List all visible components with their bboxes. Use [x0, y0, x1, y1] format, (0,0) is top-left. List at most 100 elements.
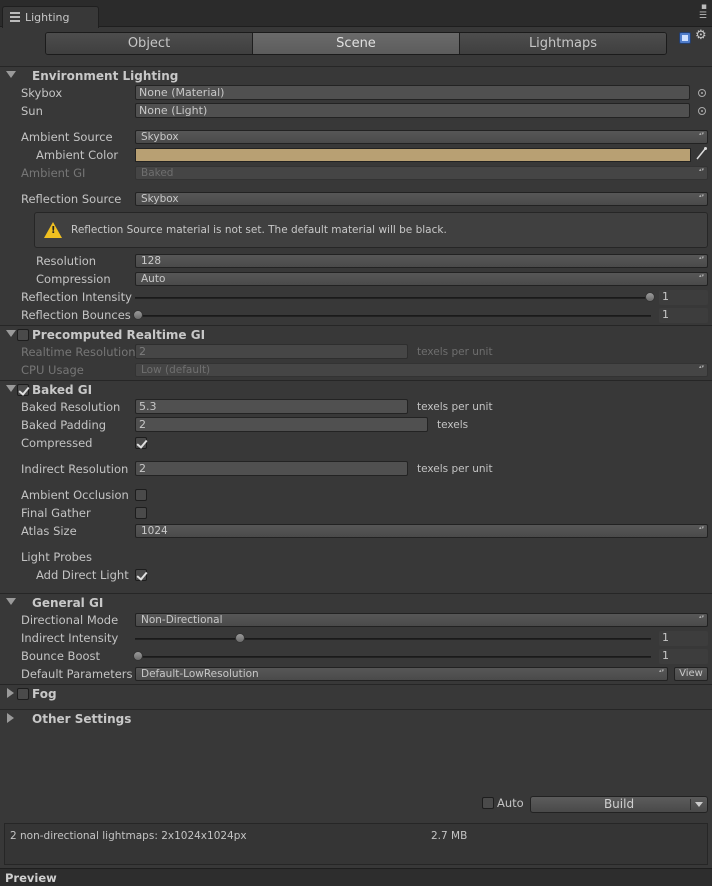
ambient-color-label: Ambient Color	[36, 148, 119, 162]
indirect-intensity-label: Indirect Intensity	[21, 631, 119, 645]
slider-handle[interactable]	[133, 651, 143, 661]
foldout-arrow-icon[interactable]	[7, 688, 14, 698]
slider-handle[interactable]	[645, 292, 655, 302]
fog-checkbox[interactable]	[17, 688, 29, 700]
light-probes-label: Light Probes	[21, 550, 92, 564]
divider	[0, 325, 712, 326]
preview-label: Preview	[5, 871, 57, 885]
compressed-checkbox[interactable]	[135, 437, 147, 449]
realtime-gi-header[interactable]: Precomputed Realtime GI	[0, 327, 712, 345]
window-controls[interactable]: ▪ ☰	[699, 3, 707, 21]
resolution-dropdown[interactable]: 128	[135, 254, 708, 268]
cpu-usage-dropdown: Low (default)	[135, 363, 708, 377]
chevron-down-icon[interactable]	[695, 802, 703, 807]
auto-label: Auto	[497, 796, 524, 810]
fog-header[interactable]: Fog	[0, 686, 712, 704]
ambient-source-label: Ambient Source	[21, 130, 113, 144]
reflection-source-label: Reflection Source	[21, 192, 122, 206]
final-gather-checkbox[interactable]	[135, 507, 147, 519]
slider-handle[interactable]	[235, 633, 245, 643]
warning-icon	[44, 222, 62, 238]
reflection-source-dropdown[interactable]: Skybox	[135, 192, 708, 206]
baked-resolution-field[interactable]: 5.3	[135, 399, 408, 414]
title-bar	[0, 0, 712, 27]
gear-icon[interactable]: ⚙	[695, 28, 707, 43]
warning-message: Reflection Source material is not set. T…	[71, 224, 447, 236]
divider	[0, 380, 712, 381]
cpu-usage-label: CPU Usage	[21, 363, 84, 377]
skybox-field[interactable]: None (Material)	[135, 85, 690, 100]
realtime-resolution-label: Realtime Resolution	[21, 345, 136, 359]
indirect-intensity-slider[interactable]	[135, 638, 651, 640]
atlas-size-label: Atlas Size	[21, 524, 77, 538]
bounce-boost-slider[interactable]	[135, 656, 651, 658]
foldout-arrow-icon[interactable]	[6, 330, 16, 337]
auto-build-checkbox[interactable]	[482, 797, 494, 809]
ambient-source-dropdown[interactable]: Skybox	[135, 130, 708, 144]
atlas-size-dropdown[interactable]: 1024	[135, 524, 708, 538]
default-parameters-dropdown[interactable]: Default-LowResolution	[135, 667, 668, 681]
preview-bar[interactable]: Preview	[0, 868, 712, 886]
view-button[interactable]: View	[674, 667, 708, 681]
tab-scene[interactable]: Scene	[253, 33, 460, 54]
ambient-gi-label: Ambient GI	[21, 166, 86, 180]
compression-dropdown[interactable]: Auto	[135, 272, 708, 286]
baked-padding-field[interactable]: 2	[135, 417, 428, 432]
tab-lightmaps[interactable]: Lightmaps	[460, 33, 666, 54]
sun-label: Sun	[21, 104, 43, 118]
eyedropper-icon[interactable]	[695, 146, 707, 160]
realtime-gi-checkbox[interactable]	[17, 329, 29, 341]
bounce-boost-field[interactable]: 1	[659, 649, 708, 664]
environment-lighting-header[interactable]: Environment Lighting	[0, 68, 712, 86]
baked-gi-checkbox[interactable]	[17, 384, 29, 396]
reflection-intensity-field[interactable]: 1	[659, 290, 708, 305]
build-button[interactable]: Build	[530, 796, 708, 813]
section-title: Precomputed Realtime GI	[32, 328, 206, 342]
divider	[0, 709, 712, 710]
directional-mode-dropdown[interactable]: Non-Directional	[135, 613, 708, 627]
skybox-label: Skybox	[21, 86, 63, 100]
ambient-occlusion-checkbox[interactable]	[135, 489, 147, 501]
lightmap-size: 2.7 MB	[431, 830, 468, 842]
sun-field[interactable]: None (Light)	[135, 103, 690, 118]
window-tab[interactable]: Lighting	[2, 6, 99, 28]
divider	[0, 66, 712, 67]
indirect-resolution-field[interactable]: 2	[135, 461, 408, 476]
ambient-color-swatch[interactable]	[135, 148, 691, 162]
help-book-icon[interactable]	[679, 32, 691, 44]
compression-label: Compression	[36, 272, 111, 286]
slider-handle[interactable]	[133, 310, 143, 320]
lightmap-status-box: 2 non-directional lightmaps: 2x1024x1024…	[4, 823, 708, 865]
final-gather-label: Final Gather	[21, 506, 91, 520]
reflection-intensity-label: Reflection Intensity	[21, 290, 132, 304]
foldout-arrow-icon[interactable]	[6, 385, 16, 392]
window-tab-title: Lighting	[25, 11, 70, 24]
reflection-intensity-slider[interactable]	[135, 297, 651, 299]
baked-resolution-label: Baked Resolution	[21, 400, 121, 414]
reflection-bounces-field[interactable]: 1	[659, 308, 708, 323]
directional-mode-label: Directional Mode	[21, 613, 119, 627]
baked-gi-header[interactable]: Baked GI	[0, 382, 712, 400]
tab-object[interactable]: Object	[46, 33, 253, 54]
divider	[690, 799, 691, 810]
foldout-arrow-icon[interactable]	[7, 713, 14, 723]
other-settings-header[interactable]: Other Settings	[0, 711, 712, 729]
unit-label: texels per unit	[417, 401, 493, 413]
foldout-arrow-icon[interactable]	[6, 598, 16, 605]
reflection-bounces-label: Reflection Bounces	[21, 308, 131, 322]
warning-box: Reflection Source material is not set. T…	[34, 212, 708, 248]
object-picker-icon[interactable]	[698, 107, 706, 115]
ambient-gi-dropdown: Baked	[135, 166, 708, 180]
foldout-arrow-icon[interactable]	[6, 71, 16, 78]
general-gi-header[interactable]: General GI	[0, 595, 712, 613]
indirect-intensity-field[interactable]: 1	[659, 631, 708, 646]
unit-label: texels per unit	[417, 463, 493, 475]
object-picker-icon[interactable]	[698, 89, 706, 97]
add-direct-light-checkbox[interactable]	[135, 569, 147, 581]
section-title: Baked GI	[32, 383, 93, 397]
compressed-label: Compressed	[21, 436, 93, 450]
ambient-occlusion-label: Ambient Occlusion	[21, 488, 129, 502]
reflection-bounces-slider[interactable]	[135, 315, 651, 317]
menu-list-icon	[10, 12, 20, 22]
baked-padding-label: Baked Padding	[21, 418, 107, 432]
